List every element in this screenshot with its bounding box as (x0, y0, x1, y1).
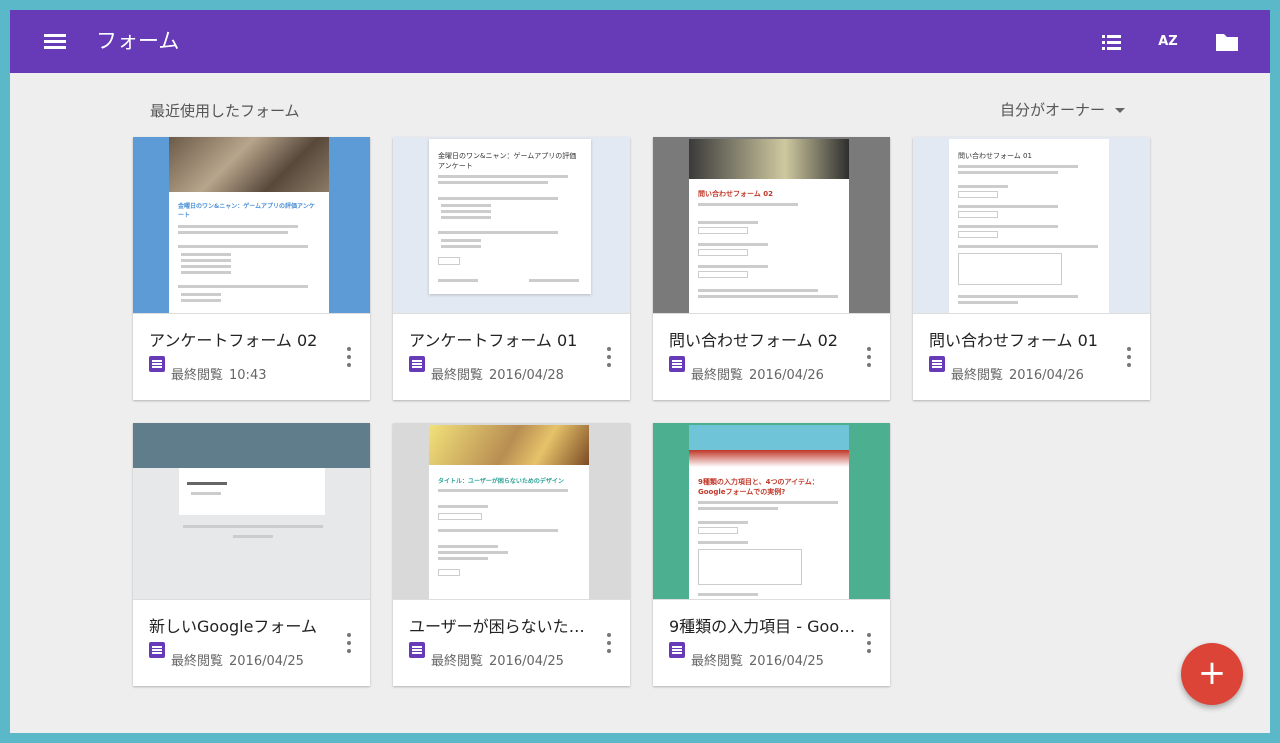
last-viewed-label: 最終閲覧 (691, 654, 744, 669)
form-title: 新しいGoogleフォーム (149, 617, 317, 636)
owner-filter-label: 自分がオーナー (1000, 101, 1106, 119)
last-viewed-value: 2016/04/26 (749, 368, 824, 383)
form-card[interactable]: 問い合わせフォーム 02 問い合わせフォーム 02 最終閲覧 2016/04/26 (653, 137, 890, 400)
form-thumbnail: 金曜日のワン&ニャン：ゲームアプリの評価アンケート (393, 137, 630, 314)
thumb-title: 金曜日のワン&ニャン：ゲームアプリの評価アンケート (178, 203, 315, 219)
form-title: ユーザーが困らないためのデザイン (409, 617, 597, 636)
form-thumbnail (133, 423, 370, 600)
last-viewed-label: 最終閲覧 (691, 368, 744, 383)
plus-icon: + (1197, 653, 1227, 693)
app-title: フォーム (96, 29, 180, 53)
last-viewed: 最終閲覧 2016/04/25 (691, 650, 830, 669)
folder-icon[interactable] (1211, 26, 1243, 58)
form-card[interactable]: タイトル：ユーザーが困らないためのデザイン ユーザーが困らないためのデザイン 最… (393, 423, 630, 686)
owner-filter-dropdown[interactable]: 自分がオーナー (1000, 99, 1126, 120)
forms-icon (409, 642, 425, 658)
form-title: アンケートフォーム 01 (409, 331, 578, 350)
last-viewed-value: 2016/04/26 (1009, 368, 1084, 383)
more-options-icon[interactable] (1125, 345, 1133, 369)
form-thumbnail: タイトル：ユーザーが困らないためのデザイン (393, 423, 630, 600)
app-bar: フォーム AZ (10, 10, 1270, 73)
create-form-button[interactable]: + (1181, 643, 1243, 705)
last-viewed-label: 最終閲覧 (431, 654, 484, 669)
last-viewed-label: 最終閲覧 (171, 654, 224, 669)
form-card[interactable]: 金曜日のワン&ニャン：ゲームアプリの評価アンケート アンケートフォーム 02 最… (133, 137, 370, 400)
sort-az-label: AZ (1158, 34, 1178, 49)
form-card[interactable]: 問い合わせフォーム 01 問い合わせフォーム 01 最終閲覧 2016/04/26 (913, 137, 1150, 400)
form-card[interactable]: 9種類の入力項目と、4つのアイテム：Googleフォームでの実例? 9種類の入力… (653, 423, 890, 686)
form-thumbnail: 金曜日のワン&ニャン：ゲームアプリの評価アンケート (133, 137, 370, 314)
list-view-icon[interactable] (1095, 26, 1127, 58)
menu-icon[interactable] (38, 27, 72, 57)
recent-forms-heading: 最近使用したフォーム (150, 102, 300, 120)
more-options-icon[interactable] (345, 345, 353, 369)
last-viewed-value: 10:43 (229, 368, 267, 383)
last-viewed: 最終閲覧 10:43 (171, 364, 272, 383)
thumb-title: タイトル：ユーザーが困らないためのデザイン (438, 478, 564, 485)
more-options-icon[interactable] (345, 631, 353, 655)
last-viewed-value: 2016/04/25 (229, 654, 304, 669)
sort-az-icon[interactable]: AZ (1152, 26, 1184, 58)
form-thumbnail: 問い合わせフォーム 02 (653, 137, 890, 314)
form-thumbnail: 9種類の入力項目と、4つのアイテム：Googleフォームでの実例? (653, 423, 890, 600)
more-options-icon[interactable] (865, 345, 873, 369)
form-title: 9種類の入力項目 - Googleフォーム (669, 617, 857, 636)
last-viewed: 最終閲覧 2016/04/25 (171, 650, 310, 669)
forms-icon (149, 642, 165, 658)
form-title: 問い合わせフォーム 01 (929, 331, 1098, 350)
last-viewed-value: 2016/04/28 (489, 368, 564, 383)
last-viewed-label: 最終閲覧 (951, 368, 1004, 383)
form-thumbnail: 問い合わせフォーム 01 (913, 137, 1150, 314)
last-viewed: 最終閲覧 2016/04/26 (951, 364, 1090, 383)
forms-icon (149, 356, 165, 372)
more-options-icon[interactable] (865, 631, 873, 655)
thumb-title: 問い合わせフォーム 02 (698, 190, 773, 198)
last-viewed-label: 最終閲覧 (431, 368, 484, 383)
more-options-icon[interactable] (605, 631, 613, 655)
thumb-title: 金曜日のワン&ニャン：ゲームアプリの評価アンケート (438, 152, 577, 170)
form-card[interactable]: 金曜日のワン&ニャン：ゲームアプリの評価アンケート アンケートフォーム 01 最… (393, 137, 630, 400)
forms-app: フォーム AZ 最近使用したフォーム 自分がオーナー 金曜日のワン&ニャン：ゲー… (10, 10, 1270, 733)
forms-icon (669, 356, 685, 372)
thumb-title: 9種類の入力項目と、4つのアイテム：Googleフォームでの実例? (698, 478, 819, 496)
last-viewed: 最終閲覧 2016/04/25 (431, 650, 570, 669)
form-title: 問い合わせフォーム 02 (669, 331, 838, 350)
more-options-icon[interactable] (605, 345, 613, 369)
last-viewed: 最終閲覧 2016/04/28 (431, 364, 570, 383)
last-viewed-value: 2016/04/25 (749, 654, 824, 669)
last-viewed-value: 2016/04/25 (489, 654, 564, 669)
form-title: アンケートフォーム 02 (149, 331, 318, 350)
form-card[interactable]: 新しいGoogleフォーム 最終閲覧 2016/04/25 (133, 423, 370, 686)
last-viewed: 最終閲覧 2016/04/26 (691, 364, 830, 383)
last-viewed-label: 最終閲覧 (171, 368, 224, 383)
caret-down-icon (1115, 108, 1126, 113)
forms-icon (669, 642, 685, 658)
forms-icon (929, 356, 945, 372)
forms-icon (409, 356, 425, 372)
thumb-title: 問い合わせフォーム 01 (958, 152, 1032, 160)
